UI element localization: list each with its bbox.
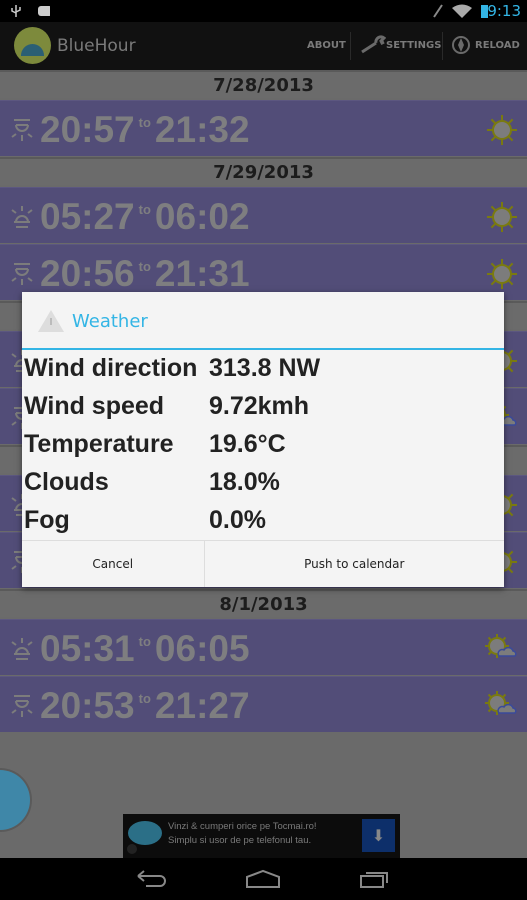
divider [442, 32, 443, 60]
reload-label: RELOAD [475, 40, 520, 51]
signal-battery-icons [433, 4, 488, 18]
to-label: to [138, 691, 151, 706]
weather-row: Fog 0.0% [24, 506, 266, 535]
weather-value: 0.0% [209, 506, 266, 534]
navigation-bar [0, 858, 527, 900]
wrench-icon [361, 35, 387, 54]
reload-button[interactable]: RELOAD [451, 22, 520, 70]
sun-icon [487, 202, 517, 232]
home-icon[interactable] [244, 868, 282, 890]
end-time: 21:32 [154, 109, 250, 150]
weather-row: Wind speed 9.72kmh [24, 392, 309, 421]
app-title: BlueHour [57, 36, 136, 56]
push-to-calendar-button[interactable]: Push to calendar [203, 541, 504, 587]
sun-icon [487, 259, 517, 289]
cancel-button[interactable]: Cancel [22, 541, 204, 587]
divider [350, 32, 351, 60]
settings-label: SETTINGS [386, 40, 442, 51]
to-label: to [138, 634, 151, 649]
weather-value: 9.72kmh [209, 392, 310, 420]
usb-icon [11, 5, 50, 17]
weather-label: Wind direction [24, 354, 198, 382]
end-time: 06:02 [154, 196, 250, 237]
to-label: to [138, 115, 151, 130]
to-label: to [138, 259, 151, 274]
recents-icon[interactable] [358, 868, 392, 890]
dialog-title: Weather [72, 311, 148, 332]
alert-icon [38, 310, 64, 332]
weather-row: Clouds 18.0% [24, 468, 280, 497]
time-row[interactable]: 20:53 to 21:27 [0, 676, 527, 732]
weather-dialog: Weather Wind direction 313.8 NW Wind speed… [22, 292, 504, 587]
sunrise-icon [11, 206, 33, 228]
date-header: 7/29/2013 [0, 157, 527, 185]
weather-row: Temperature 19.6°C [24, 430, 286, 459]
time-row[interactable]: 05:31 to 06:05 [0, 619, 527, 675]
action-bar: BlueHour ABOUT SETTINGS RELOAD [0, 22, 527, 70]
weather-label: Clouds [24, 468, 109, 496]
settings-button[interactable]: SETTINGS [360, 22, 441, 70]
time-row[interactable]: 20:57 to 21:32 [0, 100, 527, 156]
back-icon[interactable] [134, 868, 168, 890]
ad-line-2: Simplu si usor de pe telefonul tau. [168, 835, 312, 846]
start-time: 05:27 [40, 196, 135, 237]
weather-value: 19.6°C [209, 430, 286, 458]
end-time: 21:31 [154, 253, 250, 294]
weather-row: Wind direction 313.8 NW [24, 354, 320, 383]
sunset-icon [11, 695, 33, 717]
sunset-icon [11, 263, 33, 285]
status-bar: 9:13 [0, 0, 527, 22]
about-button[interactable]: ABOUT [307, 22, 346, 70]
sun-icon [487, 115, 517, 145]
weather-value: 18.0% [209, 468, 280, 496]
sun-cloud-icon [485, 691, 517, 715]
title-divider [22, 348, 504, 350]
app-logo[interactable] [14, 27, 51, 64]
end-time: 06:05 [154, 628, 250, 669]
date-header: 8/1/2013 [0, 589, 527, 617]
date-header: 7/28/2013 [0, 70, 527, 98]
sun-cloud-icon [485, 634, 517, 658]
ad-line-1: Vinzi & cumperi orice pe Tocmai.ro! [168, 821, 317, 832]
reload-icon [452, 36, 470, 54]
end-time: 21:27 [154, 685, 250, 726]
start-time: 20:56 [40, 253, 135, 294]
weather-label: Temperature [24, 430, 174, 458]
ad-banner[interactable]: Vinzi & cumperi orice pe Tocmai.ro! Simpl… [123, 814, 400, 858]
ad-logo-icon [127, 821, 162, 854]
start-time: 20:53 [40, 685, 135, 726]
weather-label: Fog [24, 506, 70, 534]
weather-label: Wind speed [24, 392, 165, 420]
download-icon[interactable]: ⬇ [362, 819, 395, 852]
start-time: 20:57 [40, 109, 135, 150]
to-label: to [138, 202, 151, 217]
clock: 9:13 [487, 2, 521, 20]
time-row[interactable]: 05:27 to 06:02 [0, 187, 527, 243]
start-time: 05:31 [40, 628, 135, 669]
sunset-icon [11, 119, 33, 141]
weather-value: 313.8 NW [209, 354, 321, 382]
sunrise-icon [11, 638, 33, 660]
floating-button[interactable] [0, 768, 32, 832]
